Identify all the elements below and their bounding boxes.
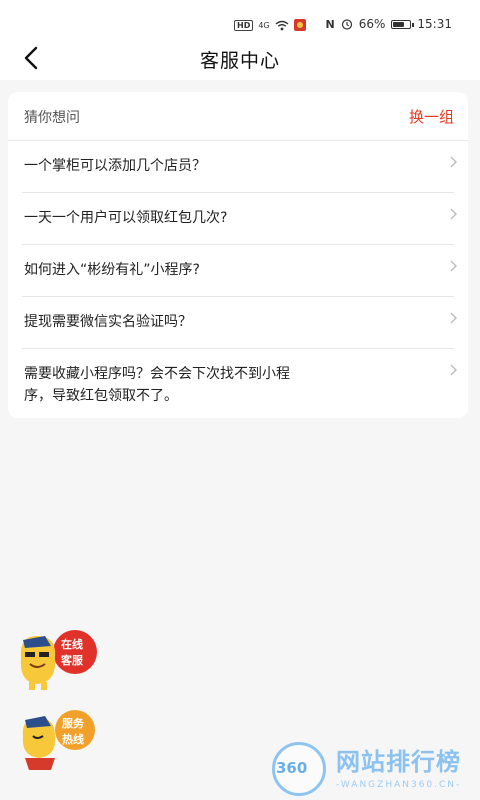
hotline-label-2: 热线 bbox=[62, 733, 84, 746]
mascot-chat-icon bbox=[20, 630, 97, 690]
watermark-title: 网站排行榜 bbox=[336, 748, 461, 776]
nav-bar: 客服中心 bbox=[0, 40, 480, 80]
battery-percent: 66% bbox=[358, 17, 386, 31]
notification-app-icon bbox=[293, 19, 306, 31]
alarm-icon bbox=[341, 19, 352, 30]
faq-question: 一天一个用户可以领取红包几次? bbox=[24, 210, 228, 226]
battery-icon bbox=[391, 19, 415, 29]
page-title: 客服中心 bbox=[199, 50, 280, 72]
faq-question: 一个掌柜可以添加几个店员？ bbox=[24, 158, 206, 174]
hd-badge: HD bbox=[234, 19, 254, 31]
status-bar: HD 4G N 66% 15:31 bbox=[0, 0, 480, 40]
faq-card: 猜你想问 换一组 一个掌柜可以添加几个店员？ 一天一个用户可以领取红包几次? 如… bbox=[8, 92, 468, 418]
watermark: 360 网站排行榜 -WANGZHAN360.CN- bbox=[270, 738, 480, 800]
chevron-right-icon bbox=[450, 312, 457, 324]
hotline-label-1: 服务 bbox=[62, 717, 84, 730]
faq-question: 需要收藏小程序吗？会不会下次找不到小程序，导致红包领取不了。 bbox=[24, 366, 290, 404]
clock: 15:31 bbox=[417, 17, 452, 31]
faq-question: 提现需要微信实名验证吗？ bbox=[24, 314, 192, 330]
faq-question: 如何进入“彬纷有礼”小程序? bbox=[24, 262, 200, 278]
faq-header: 猜你想问 换一组 bbox=[8, 92, 468, 141]
chat-label-2: 客服 bbox=[61, 654, 83, 667]
faq-item[interactable]: 如何进入“彬纷有礼”小程序? bbox=[22, 245, 457, 297]
online-chat-button[interactable]: 在线 客服 bbox=[15, 624, 99, 692]
chevron-right-icon bbox=[450, 260, 457, 272]
chevron-right-icon bbox=[450, 364, 457, 376]
nfc-icon: N bbox=[325, 17, 335, 31]
service-hotline-button[interactable]: 服务 热线 bbox=[15, 706, 99, 774]
mascot-phone-icon bbox=[22, 710, 95, 770]
faq-item[interactable]: 提现需要微信实名验证吗？ bbox=[22, 297, 457, 349]
faq-item[interactable]: 一个掌柜可以添加几个店员？ bbox=[22, 141, 457, 193]
chat-label-1: 在线 bbox=[61, 638, 83, 651]
chevron-right-icon bbox=[450, 208, 457, 220]
status-right-icons: N 66% 15:31 bbox=[326, 17, 452, 31]
faq-header-label: 猜你想问 bbox=[24, 110, 80, 126]
network-label: 4G bbox=[258, 20, 270, 30]
chevron-right-icon bbox=[450, 156, 457, 168]
watermark-number: 360 bbox=[276, 759, 308, 777]
wifi-icon bbox=[275, 20, 289, 30]
faq-item[interactable]: 需要收藏小程序吗？会不会下次找不到小程序，导致红包领取不了。 bbox=[22, 349, 457, 417]
status-left-icons: HD 4G bbox=[234, 19, 306, 31]
faq-item[interactable]: 一天一个用户可以领取红包几次? bbox=[22, 193, 457, 245]
refresh-questions-button[interactable]: 换一组 bbox=[409, 106, 454, 127]
watermark-subtitle: -WANGZHAN360.CN- bbox=[336, 780, 462, 790]
